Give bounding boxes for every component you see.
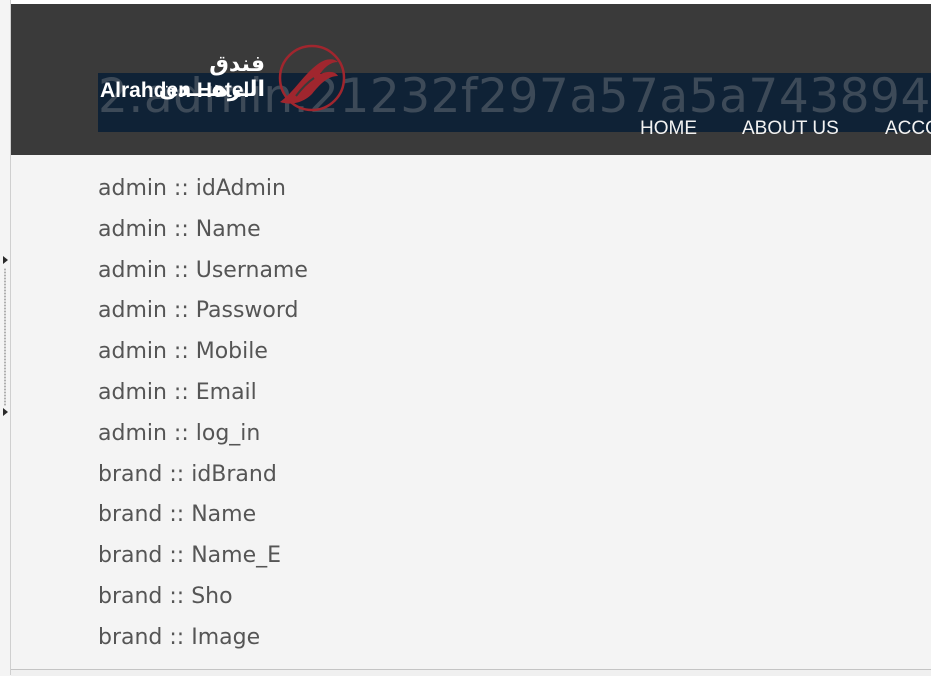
list-item: brand :: Image <box>98 624 261 650</box>
list-item: brand :: Name <box>98 502 257 528</box>
field-list: admin :: idAdmin admin :: Name admin :: … <box>98 174 598 664</box>
list-item: admin :: Password <box>98 298 299 324</box>
nav-accommodation[interactable]: ACCO <box>885 118 931 140</box>
expand-arrow-icon[interactable] <box>3 408 8 416</box>
list-item: brand :: idBrand <box>98 461 277 487</box>
site-header: 2.admin.21232f297a57a5a743894a0e4 فندق ا… <box>11 4 931 155</box>
panel-splitter[interactable] <box>1 250 9 425</box>
list-item: admin :: log_in <box>98 420 261 446</box>
list-item: admin :: Email <box>98 379 257 405</box>
logo-english-text[interactable]: Alrahden Hotel <box>100 79 249 103</box>
splitter-grip[interactable] <box>4 268 6 406</box>
list-item: admin :: Name <box>98 216 261 242</box>
list-item: brand :: Name_E <box>98 543 282 569</box>
nav-home[interactable]: HOME <box>640 118 697 140</box>
list-item: brand :: Sho <box>98 583 233 609</box>
list-item: admin :: Username <box>98 257 308 283</box>
expand-arrow-icon[interactable] <box>3 256 8 264</box>
nav-about-us[interactable]: ABOUT US <box>742 118 839 140</box>
list-item: admin :: Mobile <box>98 339 268 365</box>
list-item: admin :: idAdmin <box>98 176 286 201</box>
bird-logo-icon[interactable] <box>274 44 346 116</box>
